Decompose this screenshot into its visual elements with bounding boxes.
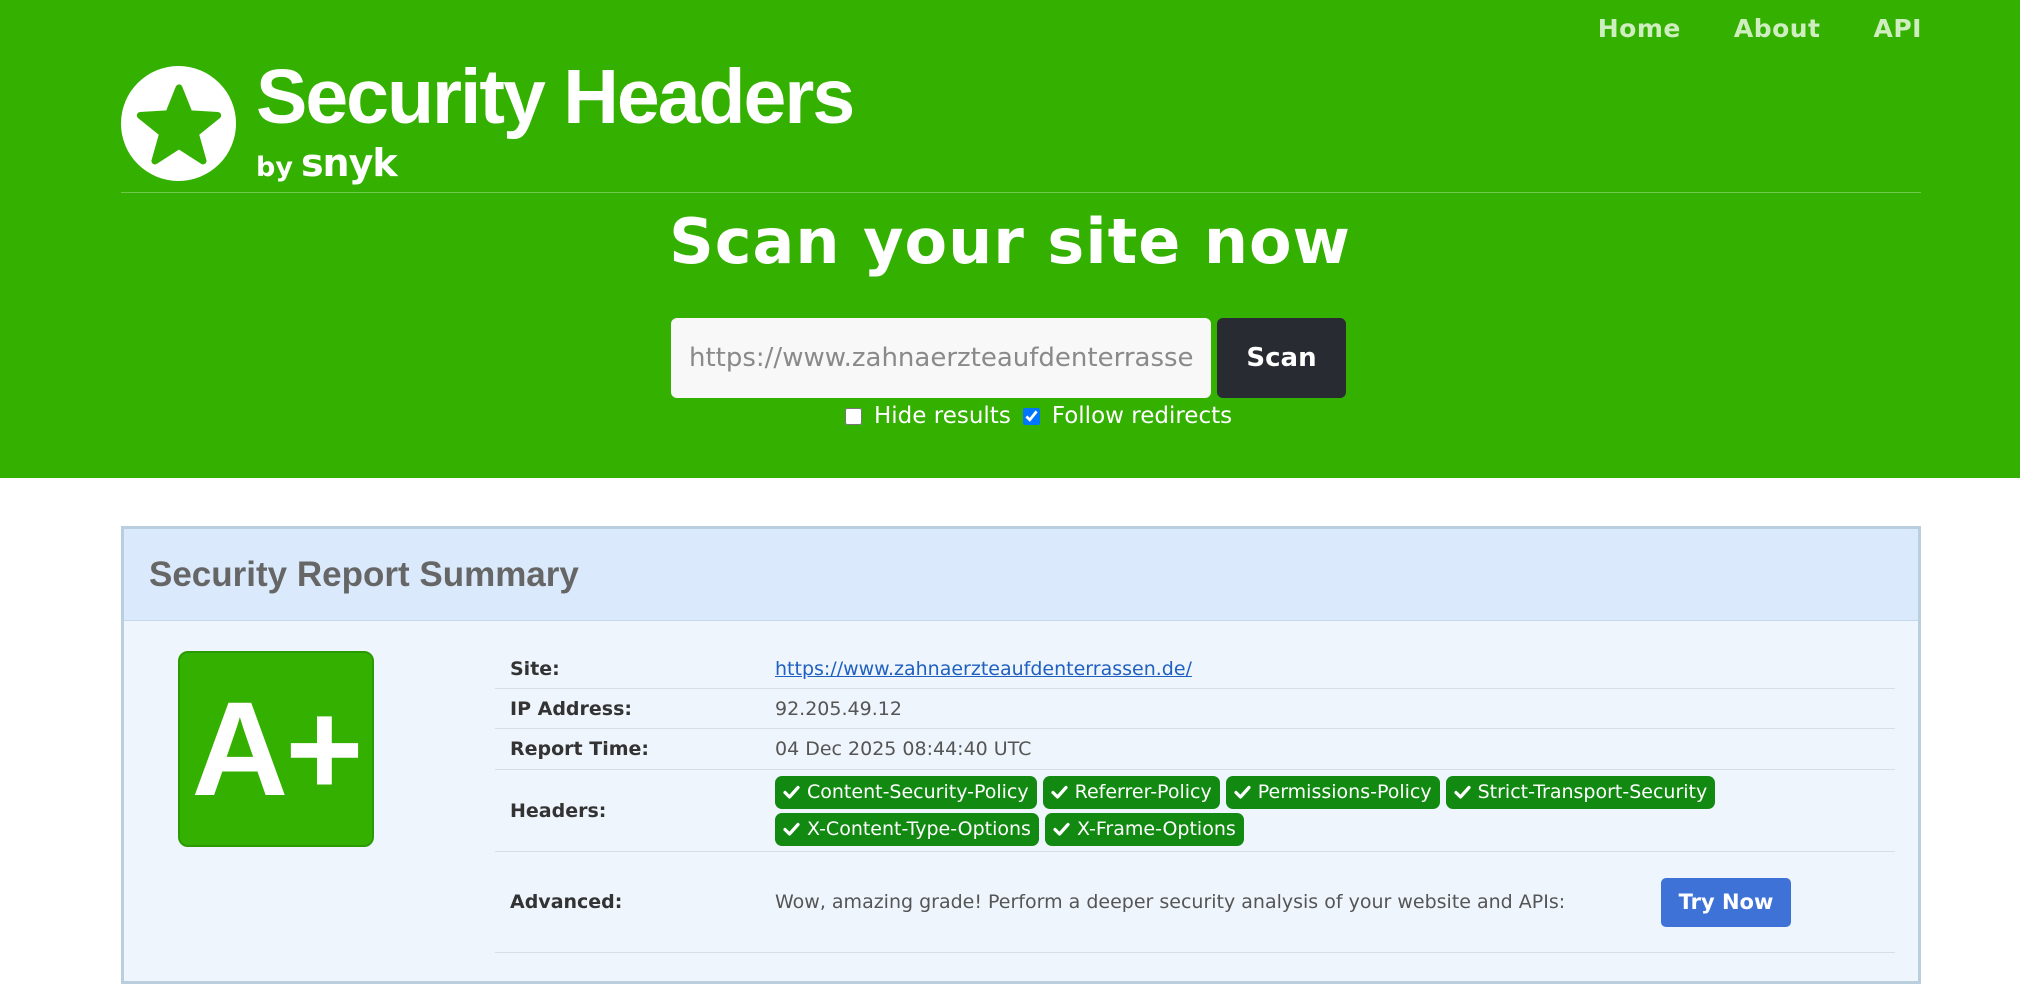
site-label: Site: xyxy=(510,657,560,680)
header-pill: X-Frame-Options xyxy=(1044,812,1244,846)
advanced-row: Advanced: Wow, amazing grade! Perform a … xyxy=(495,852,1895,953)
report-title: Security Report Summary xyxy=(149,554,579,594)
scan-title: Scan your site now xyxy=(669,205,1351,278)
report-time-value: 04 Dec 2025 08:44:40 UTC xyxy=(775,738,1032,760)
header-pill-label: X-Content-Type-Options xyxy=(807,818,1031,840)
check-icon xyxy=(1454,785,1471,799)
nav-api-link[interactable]: API xyxy=(1874,14,1922,43)
scan-options: Hide results Follow redirects xyxy=(845,403,1244,429)
site-row: Site: https://www.zahnaerzteaufdenterras… xyxy=(495,649,1895,689)
header-pill: X-Content-Type-Options xyxy=(775,812,1039,846)
check-icon xyxy=(1051,785,1068,799)
report-time-row: Report Time: 04 Dec 2025 08:44:40 UTC xyxy=(495,729,1895,770)
header-pill: Content-Security-Policy xyxy=(775,775,1037,809)
header-pills: Content-Security-Policy Referrer-Policy Pe… xyxy=(775,775,1735,846)
site-value: https://www.zahnaerzteaufdenterrassen.de… xyxy=(775,649,1895,688)
report-header: Security Report Summary xyxy=(124,529,1918,621)
site-logo[interactable]: Security Headers by snyk xyxy=(121,54,855,185)
report-time-label: Report Time: xyxy=(510,738,649,760)
url-input[interactable] xyxy=(671,318,1211,398)
logo-by-text: by xyxy=(256,152,293,183)
check-icon xyxy=(1234,785,1251,799)
nav-about-link[interactable]: About xyxy=(1734,14,1821,43)
hide-results-label: Hide results xyxy=(874,403,1011,429)
top-nav: Home About API xyxy=(1598,14,1922,43)
check-icon xyxy=(783,822,800,836)
logo-text: Security Headers by snyk xyxy=(256,54,855,185)
headers-value: Content-Security-Policy Referrer-Policy Pe… xyxy=(775,770,1895,851)
snyk-brand: snyk xyxy=(300,141,398,185)
advanced-value: Wow, amazing grade! Perform a deeper sec… xyxy=(775,852,1895,952)
security-report-card: Security Report Summary A+ Site: https:/… xyxy=(121,526,1921,984)
hide-results-checkbox[interactable] xyxy=(845,407,862,425)
ip-row: IP Address: 92.205.49.12 xyxy=(495,689,1895,729)
follow-redirects-checkbox[interactable] xyxy=(1022,407,1040,425)
header-pill-label: Permissions-Policy xyxy=(1257,781,1432,803)
hide-results-option[interactable]: Hide results xyxy=(845,403,1011,429)
header-pill-label: Content-Security-Policy xyxy=(807,781,1029,803)
header-divider xyxy=(121,192,1921,193)
scan-form: Scan xyxy=(671,318,1346,398)
ip-label: IP Address: xyxy=(510,697,632,720)
header-pill: Referrer-Policy xyxy=(1042,775,1220,809)
header-pill: Strict-Transport-Security xyxy=(1445,775,1716,809)
nav-home-link[interactable]: Home xyxy=(1598,14,1681,43)
try-now-button[interactable]: Try Now xyxy=(1661,877,1791,927)
ip-value: 92.205.49.12 xyxy=(775,697,902,720)
hero-header: Home About API Security Headers by snyk … xyxy=(0,0,2020,478)
headers-label: Headers: xyxy=(510,799,607,822)
advanced-label: Advanced: xyxy=(510,891,623,913)
scan-button[interactable]: Scan xyxy=(1217,318,1346,398)
grade-badge: A+ xyxy=(178,651,374,847)
star-icon xyxy=(121,66,236,181)
follow-redirects-option[interactable]: Follow redirects xyxy=(1022,403,1233,429)
site-link[interactable]: https://www.zahnaerzteaufdenterrassen.de… xyxy=(775,658,1192,680)
follow-redirects-label: Follow redirects xyxy=(1051,403,1233,429)
check-icon xyxy=(783,785,800,799)
advanced-text: Wow, amazing grade! Perform a deeper sec… xyxy=(775,891,1566,913)
header-pill-label: Strict-Transport-Security xyxy=(1477,781,1708,803)
check-icon xyxy=(1053,822,1070,836)
report-table: Site: https://www.zahnaerzteaufdenterras… xyxy=(495,649,1895,953)
headers-row: Headers: Content-Security-Policy Referrer… xyxy=(495,770,1895,852)
header-pill: Permissions-Policy xyxy=(1225,775,1440,809)
logo-title: Security Headers xyxy=(256,54,855,140)
logo-byline: by snyk xyxy=(256,141,853,185)
header-pill-label: X-Frame-Options xyxy=(1076,818,1236,840)
header-pill-label: Referrer-Policy xyxy=(1074,781,1212,803)
